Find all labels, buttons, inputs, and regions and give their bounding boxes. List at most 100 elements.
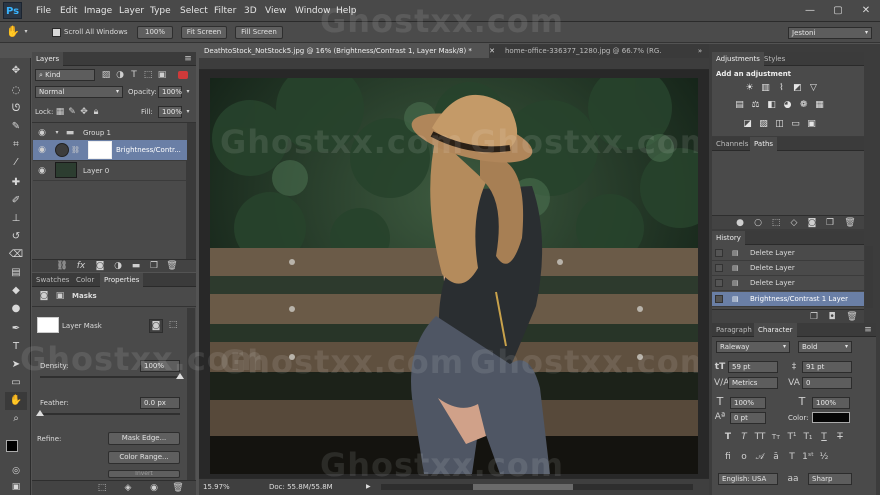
workspace-select[interactable]: Jestoni ▾ — [788, 27, 872, 39]
maximize-button[interactable]: ▢ — [824, 0, 852, 22]
link-icon[interactable]: ⛓ — [56, 260, 68, 272]
faux-bold-icon[interactable]: T — [722, 431, 734, 443]
trash-icon[interactable]: 🗑︎ — [846, 311, 858, 323]
zoom-100-button[interactable]: 100% — [137, 26, 173, 39]
font-family-select[interactable]: Raleway ▾ — [716, 341, 790, 353]
new-document-from-state-icon[interactable]: ❐ — [808, 311, 820, 323]
history-brush-source-icon[interactable] — [715, 295, 723, 303]
snapshot-camera-icon[interactable]: ◘ — [826, 311, 838, 323]
more-tabs-icon[interactable]: » — [693, 44, 707, 58]
panel-menu-icon[interactable]: ≡ — [862, 324, 874, 336]
ligatures-icon[interactable]: fi — [722, 451, 734, 463]
tab-color[interactable]: Color — [72, 273, 98, 287]
stroke-path-icon[interactable]: ○ — [752, 217, 764, 229]
visibility-eye-icon[interactable]: ◉ — [36, 144, 48, 156]
history-brush-source-icon[interactable] — [715, 249, 723, 257]
filter-type-icon[interactable]: T — [128, 69, 140, 81]
work-path-icon[interactable]: ◇ — [788, 217, 800, 229]
history-brush-source-icon[interactable] — [715, 264, 723, 272]
photo-filter-icon[interactable]: ◕ — [782, 100, 793, 110]
lock-position-icon[interactable]: ✥ — [79, 106, 89, 118]
panel-menu-icon[interactable]: ≡ — [182, 53, 194, 65]
marquee-tool-icon[interactable]: ◌ — [5, 82, 27, 100]
history-brush-tool-icon[interactable]: ↺ — [5, 228, 27, 246]
tab-swatches[interactable]: Swatches — [32, 273, 73, 287]
opacity-chevron-icon[interactable]: ▾ — [183, 86, 193, 98]
gradient-tool-icon[interactable]: ▤ — [5, 264, 27, 282]
tab-history[interactable]: History — [712, 231, 745, 245]
clone-stamp-tool-icon[interactable]: ⊥ — [5, 210, 27, 228]
all-caps-icon[interactable]: TT — [754, 431, 766, 443]
fractions-icon[interactable]: ½ — [818, 451, 830, 463]
fill-input[interactable]: 100% — [158, 106, 182, 118]
close-tab-icon[interactable]: ✕ — [486, 44, 498, 58]
history-brush-source-icon[interactable] — [715, 279, 723, 287]
quick-selection-tool-icon[interactable]: ✎ — [5, 118, 27, 136]
lock-pixels-icon[interactable]: ✎ — [67, 106, 77, 118]
foreground-color-swatch[interactable] — [6, 440, 18, 452]
layer-name[interactable]: Layer 0 — [83, 167, 109, 175]
vector-mask-button-icon[interactable]: ⬚ — [166, 319, 180, 331]
ordinals-icon[interactable]: 1ˢᵗ — [802, 451, 814, 463]
history-item[interactable]: ▤ Delete Layer — [712, 246, 864, 261]
move-tool-icon[interactable]: ✥ — [5, 62, 27, 80]
swash-icon[interactable]: 𝒜 — [754, 451, 766, 463]
baseline-shift-input[interactable]: 0 pt — [730, 412, 766, 424]
trash-icon[interactable]: 🗑︎ — [844, 217, 856, 229]
invert-button[interactable]: Invert — [108, 470, 180, 478]
fit-screen-button[interactable]: Fit Screen — [181, 26, 227, 39]
fill-screen-button[interactable]: Fill Screen — [235, 26, 283, 39]
adjustment-icon[interactable]: ◑ — [112, 260, 124, 272]
black-white-icon[interactable]: ◧ — [766, 100, 777, 110]
menu-filter[interactable]: Filter — [214, 0, 236, 22]
tool-preset-chevron-icon[interactable]: ▾ — [22, 26, 30, 38]
pen-tool-icon[interactable]: ✒ — [5, 320, 27, 338]
menu-view[interactable]: View — [265, 0, 286, 22]
visibility-eye-icon[interactable]: ◉ — [148, 482, 160, 494]
pixel-mask-icon[interactable]: ▣ — [54, 290, 66, 302]
crop-tool-icon[interactable]: ⌗ — [5, 136, 27, 154]
menu-type[interactable]: Type — [150, 0, 171, 22]
layer-filter-kind-select[interactable]: ⌕ Kind — [35, 69, 95, 81]
canvas-area[interactable]: Ghostxx.com Ghostxx.com Ghostxx.com Ghos… — [199, 58, 709, 478]
menu-file[interactable]: File — [36, 0, 51, 22]
lasso-tool-icon[interactable]: ᘎ — [5, 100, 27, 118]
new-layer-icon[interactable]: ❐ — [148, 260, 160, 272]
vertical-scale-input[interactable]: 100% — [730, 397, 766, 409]
horizontal-scrollbar[interactable] — [381, 484, 693, 490]
minimize-button[interactable]: — — [796, 0, 824, 22]
eyedropper-tool-icon[interactable]: ⁄ — [5, 154, 27, 172]
feather-input[interactable]: 0.0 px — [140, 397, 180, 409]
anti-alias-select[interactable]: Sharp — [808, 473, 852, 485]
subscript-icon[interactable]: T₁ — [802, 431, 814, 443]
tab-paragraph[interactable]: Paragraph — [712, 323, 756, 337]
apply-mask-icon[interactable]: ◈ — [122, 482, 134, 494]
lock-transparency-icon[interactable]: ▦ — [55, 106, 65, 118]
titling-icon[interactable]: T — [786, 451, 798, 463]
trash-icon[interactable]: 🗑︎ — [172, 482, 184, 494]
adjustment-layer-thumbnail-icon[interactable] — [55, 143, 69, 157]
menu-layer[interactable]: Layer — [119, 0, 144, 22]
layer-row-layer-0[interactable]: ◉ Layer 0 — [33, 161, 187, 181]
vibrance-icon[interactable]: ▽ — [808, 83, 819, 93]
layers-scrollbar[interactable] — [186, 123, 196, 259]
font-style-select[interactable]: Bold ▾ — [798, 341, 852, 353]
curves-icon[interactable]: ⌇ — [776, 83, 787, 93]
dodge-tool-icon[interactable]: ● — [5, 300, 27, 318]
filter-shape-icon[interactable]: ⬚ — [142, 69, 154, 81]
history-item[interactable]: ▤ Delete Layer — [712, 261, 864, 276]
tab-layers[interactable]: Layers — [32, 52, 64, 66]
gradient-map-icon[interactable]: ▭ — [790, 119, 801, 129]
visibility-eye-icon[interactable]: ◉ — [36, 165, 48, 177]
layer-thumbnail[interactable] — [55, 162, 77, 178]
feather-slider-thumb[interactable] — [36, 410, 44, 416]
folder-icon[interactable]: ▬ — [130, 260, 142, 272]
brush-tool-icon[interactable]: ✐ — [5, 192, 27, 210]
tab-paths[interactable]: Paths — [750, 137, 778, 151]
horizontal-scrollbar-thumb[interactable] — [473, 484, 573, 490]
load-path-selection-icon[interactable]: ⬚ — [770, 217, 782, 229]
pixel-mask-button-icon[interactable]: ◙ — [149, 319, 163, 333]
tab-properties[interactable]: Properties — [100, 273, 144, 287]
document-tab-active[interactable]: DeathtoStock_NotStock5.jpg @ 16% (Bright… — [199, 44, 489, 58]
new-path-icon[interactable]: ❐ — [824, 217, 836, 229]
